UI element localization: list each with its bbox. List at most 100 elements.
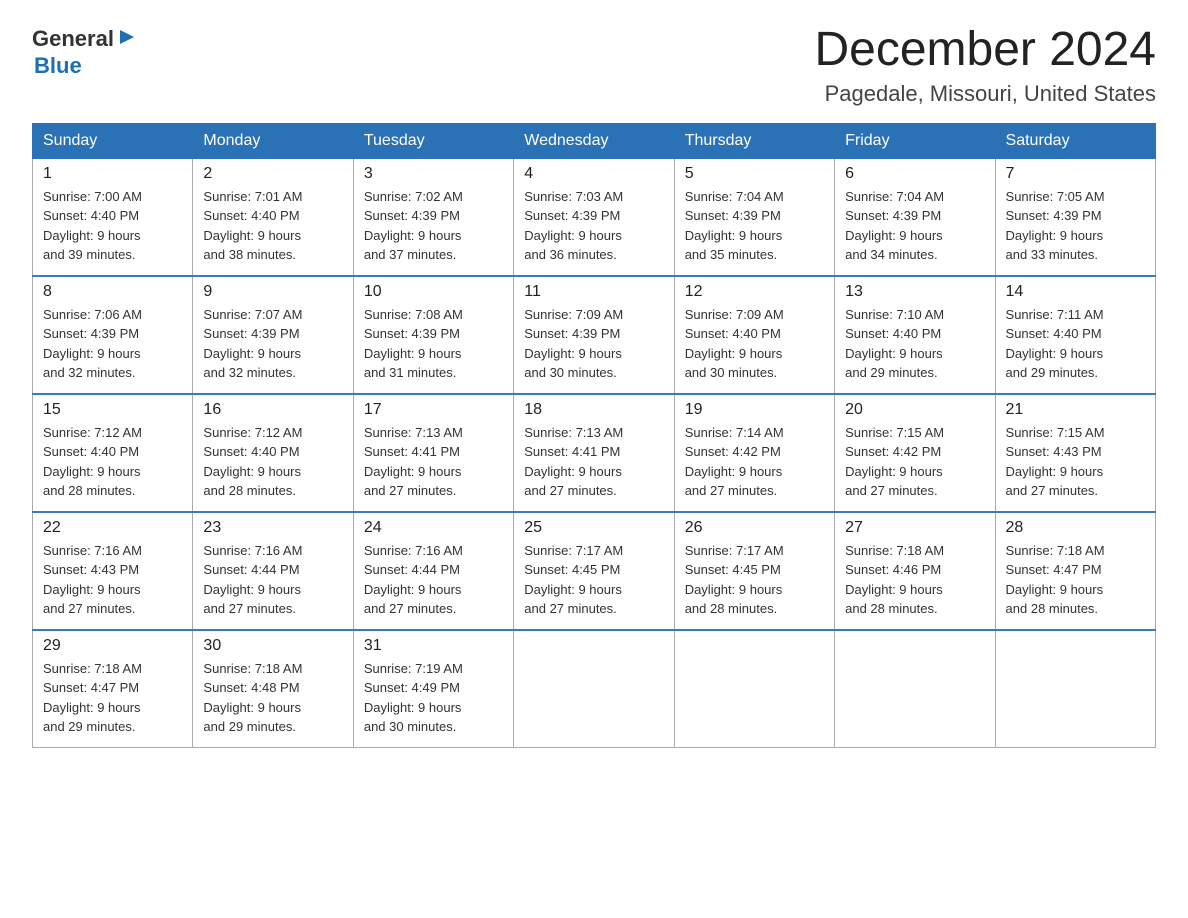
day-number: 15 <box>43 401 182 419</box>
calendar-week-row: 15 Sunrise: 7:12 AM Sunset: 4:40 PM Dayl… <box>33 394 1156 512</box>
day-info: Sunrise: 7:12 AM Sunset: 4:40 PM Dayligh… <box>43 423 182 501</box>
day-info: Sunrise: 7:19 AM Sunset: 4:49 PM Dayligh… <box>364 659 503 737</box>
location-title: Pagedale, Missouri, United States <box>814 81 1156 107</box>
day-number: 23 <box>203 519 342 537</box>
day-info: Sunrise: 7:18 AM Sunset: 4:47 PM Dayligh… <box>1006 541 1145 619</box>
day-number: 30 <box>203 637 342 655</box>
table-row: 5 Sunrise: 7:04 AM Sunset: 4:39 PM Dayli… <box>674 158 834 276</box>
header-saturday: Saturday <box>995 123 1155 158</box>
logo: General Blue <box>32 24 138 79</box>
table-row: 8 Sunrise: 7:06 AM Sunset: 4:39 PM Dayli… <box>33 276 193 394</box>
day-info: Sunrise: 7:16 AM Sunset: 4:44 PM Dayligh… <box>203 541 342 619</box>
table-row: 17 Sunrise: 7:13 AM Sunset: 4:41 PM Dayl… <box>353 394 513 512</box>
day-info: Sunrise: 7:06 AM Sunset: 4:39 PM Dayligh… <box>43 305 182 383</box>
day-info: Sunrise: 7:03 AM Sunset: 4:39 PM Dayligh… <box>524 187 663 265</box>
table-row <box>514 630 674 748</box>
day-number: 10 <box>364 283 503 301</box>
table-row: 21 Sunrise: 7:15 AM Sunset: 4:43 PM Dayl… <box>995 394 1155 512</box>
day-info: Sunrise: 7:10 AM Sunset: 4:40 PM Dayligh… <box>845 305 984 383</box>
table-row: 7 Sunrise: 7:05 AM Sunset: 4:39 PM Dayli… <box>995 158 1155 276</box>
title-block: December 2024 Pagedale, Missouri, United… <box>814 24 1156 107</box>
header-tuesday: Tuesday <box>353 123 513 158</box>
day-info: Sunrise: 7:17 AM Sunset: 4:45 PM Dayligh… <box>685 541 824 619</box>
table-row: 4 Sunrise: 7:03 AM Sunset: 4:39 PM Dayli… <box>514 158 674 276</box>
table-row <box>995 630 1155 748</box>
table-row: 25 Sunrise: 7:17 AM Sunset: 4:45 PM Dayl… <box>514 512 674 630</box>
calendar-week-row: 22 Sunrise: 7:16 AM Sunset: 4:43 PM Dayl… <box>33 512 1156 630</box>
day-number: 4 <box>524 165 663 183</box>
day-info: Sunrise: 7:18 AM Sunset: 4:48 PM Dayligh… <box>203 659 342 737</box>
day-info: Sunrise: 7:01 AM Sunset: 4:40 PM Dayligh… <box>203 187 342 265</box>
table-row <box>835 630 995 748</box>
day-number: 18 <box>524 401 663 419</box>
day-info: Sunrise: 7:14 AM Sunset: 4:42 PM Dayligh… <box>685 423 824 501</box>
table-row: 10 Sunrise: 7:08 AM Sunset: 4:39 PM Dayl… <box>353 276 513 394</box>
day-number: 5 <box>685 165 824 183</box>
day-info: Sunrise: 7:13 AM Sunset: 4:41 PM Dayligh… <box>524 423 663 501</box>
day-number: 26 <box>685 519 824 537</box>
day-number: 27 <box>845 519 984 537</box>
day-info: Sunrise: 7:08 AM Sunset: 4:39 PM Dayligh… <box>364 305 503 383</box>
table-row <box>674 630 834 748</box>
logo-general-text: General <box>32 26 114 52</box>
header-thursday: Thursday <box>674 123 834 158</box>
day-info: Sunrise: 7:04 AM Sunset: 4:39 PM Dayligh… <box>845 187 984 265</box>
table-row: 16 Sunrise: 7:12 AM Sunset: 4:40 PM Dayl… <box>193 394 353 512</box>
header-wednesday: Wednesday <box>514 123 674 158</box>
day-number: 12 <box>685 283 824 301</box>
day-info: Sunrise: 7:04 AM Sunset: 4:39 PM Dayligh… <box>685 187 824 265</box>
logo-arrow-icon <box>116 26 138 48</box>
day-number: 31 <box>364 637 503 655</box>
day-info: Sunrise: 7:05 AM Sunset: 4:39 PM Dayligh… <box>1006 187 1145 265</box>
table-row: 19 Sunrise: 7:14 AM Sunset: 4:42 PM Dayl… <box>674 394 834 512</box>
table-row: 23 Sunrise: 7:16 AM Sunset: 4:44 PM Dayl… <box>193 512 353 630</box>
table-row: 31 Sunrise: 7:19 AM Sunset: 4:49 PM Dayl… <box>353 630 513 748</box>
header-monday: Monday <box>193 123 353 158</box>
month-title: December 2024 <box>814 24 1156 77</box>
day-number: 21 <box>1006 401 1145 419</box>
day-number: 24 <box>364 519 503 537</box>
header-friday: Friday <box>835 123 995 158</box>
day-number: 13 <box>845 283 984 301</box>
table-row: 28 Sunrise: 7:18 AM Sunset: 4:47 PM Dayl… <box>995 512 1155 630</box>
day-number: 14 <box>1006 283 1145 301</box>
day-number: 20 <box>845 401 984 419</box>
table-row: 24 Sunrise: 7:16 AM Sunset: 4:44 PM Dayl… <box>353 512 513 630</box>
day-info: Sunrise: 7:16 AM Sunset: 4:44 PM Dayligh… <box>364 541 503 619</box>
day-number: 28 <box>1006 519 1145 537</box>
page-header: General Blue December 2024 Pagedale, Mis… <box>32 24 1156 107</box>
table-row: 1 Sunrise: 7:00 AM Sunset: 4:40 PM Dayli… <box>33 158 193 276</box>
day-info: Sunrise: 7:02 AM Sunset: 4:39 PM Dayligh… <box>364 187 503 265</box>
day-number: 8 <box>43 283 182 301</box>
table-row: 12 Sunrise: 7:09 AM Sunset: 4:40 PM Dayl… <box>674 276 834 394</box>
day-info: Sunrise: 7:11 AM Sunset: 4:40 PM Dayligh… <box>1006 305 1145 383</box>
table-row: 14 Sunrise: 7:11 AM Sunset: 4:40 PM Dayl… <box>995 276 1155 394</box>
day-info: Sunrise: 7:15 AM Sunset: 4:43 PM Dayligh… <box>1006 423 1145 501</box>
day-info: Sunrise: 7:18 AM Sunset: 4:46 PM Dayligh… <box>845 541 984 619</box>
calendar-week-row: 8 Sunrise: 7:06 AM Sunset: 4:39 PM Dayli… <box>33 276 1156 394</box>
calendar-table: Sunday Monday Tuesday Wednesday Thursday… <box>32 123 1156 748</box>
day-info: Sunrise: 7:15 AM Sunset: 4:42 PM Dayligh… <box>845 423 984 501</box>
table-row: 11 Sunrise: 7:09 AM Sunset: 4:39 PM Dayl… <box>514 276 674 394</box>
calendar-header-row: Sunday Monday Tuesday Wednesday Thursday… <box>33 123 1156 158</box>
table-row: 26 Sunrise: 7:17 AM Sunset: 4:45 PM Dayl… <box>674 512 834 630</box>
day-number: 19 <box>685 401 824 419</box>
day-number: 29 <box>43 637 182 655</box>
table-row: 15 Sunrise: 7:12 AM Sunset: 4:40 PM Dayl… <box>33 394 193 512</box>
day-number: 2 <box>203 165 342 183</box>
day-number: 11 <box>524 283 663 301</box>
table-row: 6 Sunrise: 7:04 AM Sunset: 4:39 PM Dayli… <box>835 158 995 276</box>
table-row: 13 Sunrise: 7:10 AM Sunset: 4:40 PM Dayl… <box>835 276 995 394</box>
calendar-week-row: 1 Sunrise: 7:00 AM Sunset: 4:40 PM Dayli… <box>33 158 1156 276</box>
table-row: 9 Sunrise: 7:07 AM Sunset: 4:39 PM Dayli… <box>193 276 353 394</box>
table-row: 18 Sunrise: 7:13 AM Sunset: 4:41 PM Dayl… <box>514 394 674 512</box>
day-number: 9 <box>203 283 342 301</box>
table-row: 2 Sunrise: 7:01 AM Sunset: 4:40 PM Dayli… <box>193 158 353 276</box>
table-row: 29 Sunrise: 7:18 AM Sunset: 4:47 PM Dayl… <box>33 630 193 748</box>
table-row: 27 Sunrise: 7:18 AM Sunset: 4:46 PM Dayl… <box>835 512 995 630</box>
day-info: Sunrise: 7:13 AM Sunset: 4:41 PM Dayligh… <box>364 423 503 501</box>
day-info: Sunrise: 7:07 AM Sunset: 4:39 PM Dayligh… <box>203 305 342 383</box>
day-info: Sunrise: 7:17 AM Sunset: 4:45 PM Dayligh… <box>524 541 663 619</box>
logo-blue-text: Blue <box>34 53 82 79</box>
day-info: Sunrise: 7:16 AM Sunset: 4:43 PM Dayligh… <box>43 541 182 619</box>
